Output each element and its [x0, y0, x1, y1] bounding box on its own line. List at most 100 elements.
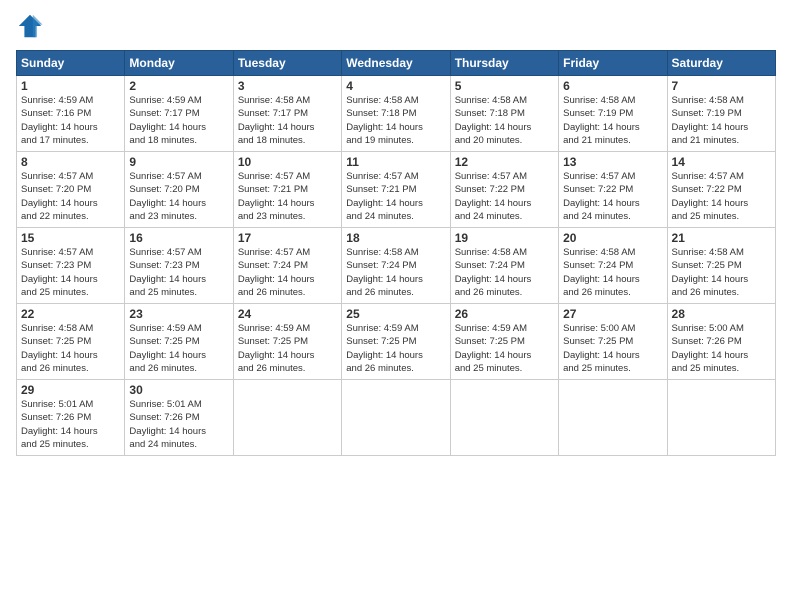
day-info: Sunrise: 4:57 AM Sunset: 7:23 PM Dayligh…: [129, 246, 228, 299]
day-info: Sunrise: 4:58 AM Sunset: 7:24 PM Dayligh…: [455, 246, 554, 299]
logo: [16, 12, 48, 40]
day-number: 7: [672, 79, 771, 93]
day-info: Sunrise: 4:57 AM Sunset: 7:20 PM Dayligh…: [129, 170, 228, 223]
day-number: 22: [21, 307, 120, 321]
day-number: 23: [129, 307, 228, 321]
day-cell: 23Sunrise: 4:59 AM Sunset: 7:25 PM Dayli…: [125, 304, 233, 380]
day-cell: 22Sunrise: 4:58 AM Sunset: 7:25 PM Dayli…: [17, 304, 125, 380]
day-cell: 14Sunrise: 4:57 AM Sunset: 7:22 PM Dayli…: [667, 152, 775, 228]
day-cell: 19Sunrise: 4:58 AM Sunset: 7:24 PM Dayli…: [450, 228, 558, 304]
day-cell: 27Sunrise: 5:00 AM Sunset: 7:25 PM Dayli…: [559, 304, 667, 380]
day-number: 30: [129, 383, 228, 397]
day-cell: 16Sunrise: 4:57 AM Sunset: 7:23 PM Dayli…: [125, 228, 233, 304]
day-number: 27: [563, 307, 662, 321]
day-info: Sunrise: 4:57 AM Sunset: 7:22 PM Dayligh…: [455, 170, 554, 223]
day-info: Sunrise: 4:57 AM Sunset: 7:22 PM Dayligh…: [672, 170, 771, 223]
day-info: Sunrise: 5:01 AM Sunset: 7:26 PM Dayligh…: [21, 398, 120, 451]
day-cell: [450, 380, 558, 456]
week-row-5: 29Sunrise: 5:01 AM Sunset: 7:26 PM Dayli…: [17, 380, 776, 456]
day-number: 1: [21, 79, 120, 93]
day-info: Sunrise: 4:58 AM Sunset: 7:25 PM Dayligh…: [21, 322, 120, 375]
day-info: Sunrise: 4:59 AM Sunset: 7:25 PM Dayligh…: [455, 322, 554, 375]
day-cell: 10Sunrise: 4:57 AM Sunset: 7:21 PM Dayli…: [233, 152, 341, 228]
day-cell: 9Sunrise: 4:57 AM Sunset: 7:20 PM Daylig…: [125, 152, 233, 228]
day-info: Sunrise: 4:58 AM Sunset: 7:19 PM Dayligh…: [672, 94, 771, 147]
header-row: SundayMondayTuesdayWednesdayThursdayFrid…: [17, 51, 776, 76]
col-header-saturday: Saturday: [667, 51, 775, 76]
day-cell: [342, 380, 450, 456]
col-header-friday: Friday: [559, 51, 667, 76]
day-number: 9: [129, 155, 228, 169]
day-cell: 25Sunrise: 4:59 AM Sunset: 7:25 PM Dayli…: [342, 304, 450, 380]
day-number: 8: [21, 155, 120, 169]
day-number: 19: [455, 231, 554, 245]
day-number: 2: [129, 79, 228, 93]
day-number: 24: [238, 307, 337, 321]
day-info: Sunrise: 4:57 AM Sunset: 7:24 PM Dayligh…: [238, 246, 337, 299]
day-number: 17: [238, 231, 337, 245]
day-cell: 29Sunrise: 5:01 AM Sunset: 7:26 PM Dayli…: [17, 380, 125, 456]
day-number: 10: [238, 155, 337, 169]
day-number: 13: [563, 155, 662, 169]
week-row-1: 1Sunrise: 4:59 AM Sunset: 7:16 PM Daylig…: [17, 76, 776, 152]
day-info: Sunrise: 4:59 AM Sunset: 7:25 PM Dayligh…: [129, 322, 228, 375]
week-row-3: 15Sunrise: 4:57 AM Sunset: 7:23 PM Dayli…: [17, 228, 776, 304]
day-info: Sunrise: 4:58 AM Sunset: 7:24 PM Dayligh…: [563, 246, 662, 299]
day-info: Sunrise: 4:58 AM Sunset: 7:19 PM Dayligh…: [563, 94, 662, 147]
day-info: Sunrise: 4:57 AM Sunset: 7:23 PM Dayligh…: [21, 246, 120, 299]
day-number: 3: [238, 79, 337, 93]
day-info: Sunrise: 5:01 AM Sunset: 7:26 PM Dayligh…: [129, 398, 228, 451]
day-cell: 24Sunrise: 4:59 AM Sunset: 7:25 PM Dayli…: [233, 304, 341, 380]
day-cell: 18Sunrise: 4:58 AM Sunset: 7:24 PM Dayli…: [342, 228, 450, 304]
day-cell: [667, 380, 775, 456]
day-cell: 30Sunrise: 5:01 AM Sunset: 7:26 PM Dayli…: [125, 380, 233, 456]
week-row-4: 22Sunrise: 4:58 AM Sunset: 7:25 PM Dayli…: [17, 304, 776, 380]
day-info: Sunrise: 4:59 AM Sunset: 7:16 PM Dayligh…: [21, 94, 120, 147]
day-info: Sunrise: 4:57 AM Sunset: 7:21 PM Dayligh…: [346, 170, 445, 223]
col-header-monday: Monday: [125, 51, 233, 76]
day-cell: 5Sunrise: 4:58 AM Sunset: 7:18 PM Daylig…: [450, 76, 558, 152]
day-info: Sunrise: 4:58 AM Sunset: 7:24 PM Dayligh…: [346, 246, 445, 299]
page: SundayMondayTuesdayWednesdayThursdayFrid…: [0, 0, 792, 612]
day-number: 16: [129, 231, 228, 245]
day-number: 18: [346, 231, 445, 245]
day-cell: 11Sunrise: 4:57 AM Sunset: 7:21 PM Dayli…: [342, 152, 450, 228]
day-cell: 1Sunrise: 4:59 AM Sunset: 7:16 PM Daylig…: [17, 76, 125, 152]
day-info: Sunrise: 5:00 AM Sunset: 7:25 PM Dayligh…: [563, 322, 662, 375]
day-number: 11: [346, 155, 445, 169]
day-number: 25: [346, 307, 445, 321]
day-number: 14: [672, 155, 771, 169]
day-info: Sunrise: 4:59 AM Sunset: 7:25 PM Dayligh…: [346, 322, 445, 375]
day-cell: 3Sunrise: 4:58 AM Sunset: 7:17 PM Daylig…: [233, 76, 341, 152]
calendar-table: SundayMondayTuesdayWednesdayThursdayFrid…: [16, 50, 776, 456]
day-info: Sunrise: 4:57 AM Sunset: 7:20 PM Dayligh…: [21, 170, 120, 223]
col-header-wednesday: Wednesday: [342, 51, 450, 76]
day-cell: 8Sunrise: 4:57 AM Sunset: 7:20 PM Daylig…: [17, 152, 125, 228]
day-number: 21: [672, 231, 771, 245]
col-header-tuesday: Tuesday: [233, 51, 341, 76]
day-number: 6: [563, 79, 662, 93]
day-number: 29: [21, 383, 120, 397]
day-cell: [559, 380, 667, 456]
day-cell: 13Sunrise: 4:57 AM Sunset: 7:22 PM Dayli…: [559, 152, 667, 228]
day-number: 4: [346, 79, 445, 93]
day-info: Sunrise: 4:58 AM Sunset: 7:17 PM Dayligh…: [238, 94, 337, 147]
day-number: 26: [455, 307, 554, 321]
day-info: Sunrise: 4:58 AM Sunset: 7:18 PM Dayligh…: [346, 94, 445, 147]
day-cell: [233, 380, 341, 456]
col-header-thursday: Thursday: [450, 51, 558, 76]
day-cell: 21Sunrise: 4:58 AM Sunset: 7:25 PM Dayli…: [667, 228, 775, 304]
header: [16, 12, 776, 40]
day-cell: 6Sunrise: 4:58 AM Sunset: 7:19 PM Daylig…: [559, 76, 667, 152]
day-cell: 4Sunrise: 4:58 AM Sunset: 7:18 PM Daylig…: [342, 76, 450, 152]
day-cell: 12Sunrise: 4:57 AM Sunset: 7:22 PM Dayli…: [450, 152, 558, 228]
day-info: Sunrise: 4:59 AM Sunset: 7:25 PM Dayligh…: [238, 322, 337, 375]
day-cell: 15Sunrise: 4:57 AM Sunset: 7:23 PM Dayli…: [17, 228, 125, 304]
day-info: Sunrise: 4:57 AM Sunset: 7:22 PM Dayligh…: [563, 170, 662, 223]
day-info: Sunrise: 4:57 AM Sunset: 7:21 PM Dayligh…: [238, 170, 337, 223]
day-info: Sunrise: 4:58 AM Sunset: 7:18 PM Dayligh…: [455, 94, 554, 147]
day-cell: 28Sunrise: 5:00 AM Sunset: 7:26 PM Dayli…: [667, 304, 775, 380]
day-cell: 7Sunrise: 4:58 AM Sunset: 7:19 PM Daylig…: [667, 76, 775, 152]
week-row-2: 8Sunrise: 4:57 AM Sunset: 7:20 PM Daylig…: [17, 152, 776, 228]
day-info: Sunrise: 4:58 AM Sunset: 7:25 PM Dayligh…: [672, 246, 771, 299]
